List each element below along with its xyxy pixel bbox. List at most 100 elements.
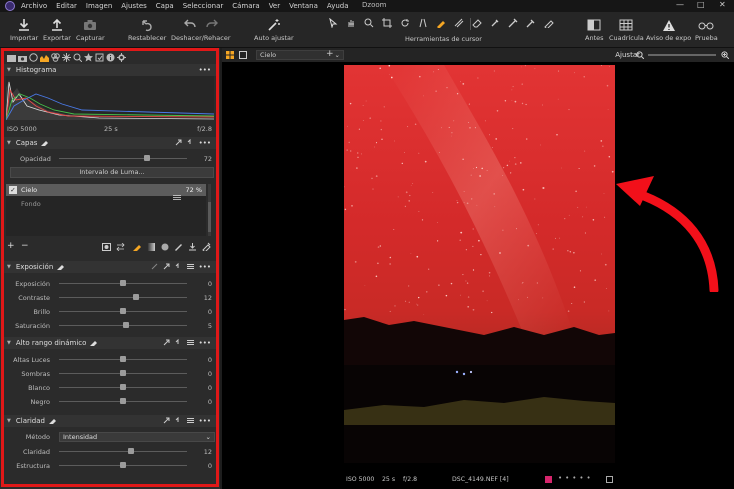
multi-view-icon[interactable]: [226, 51, 234, 61]
rating-dots[interactable]: •••••: [558, 474, 594, 482]
more-options-icon[interactable]: •••: [199, 339, 211, 347]
details-tab-icon[interactable]: [62, 53, 71, 62]
add-icon[interactable]: +: [326, 49, 334, 59]
opacity-knob[interactable]: [144, 155, 150, 161]
reset-section-icon[interactable]: [175, 416, 182, 426]
slider-row[interactable]: Negro 0: [4, 396, 216, 408]
erase-mask-icon[interactable]: [174, 242, 183, 253]
menu-imagen[interactable]: Imagen: [86, 2, 112, 10]
collapse-arrow-icon[interactable]: ▼: [7, 67, 11, 73]
layer-row-fondo[interactable]: Fondo: [21, 200, 41, 208]
radial-gradient-icon[interactable]: [161, 243, 169, 253]
reset-button[interactable]: Restablecer: [128, 16, 166, 42]
slider-knob[interactable]: [120, 384, 126, 390]
slider-knob[interactable]: [120, 356, 126, 362]
picker-icon[interactable]: [151, 263, 158, 272]
exposure-tab-icon[interactable]: [40, 53, 49, 62]
proof-button[interactable]: Prueba: [695, 16, 718, 42]
single-view-icon[interactable]: [239, 51, 247, 61]
expand-icon[interactable]: [175, 139, 182, 148]
more-options-icon[interactable]: •••: [199, 66, 211, 74]
histogram-header[interactable]: ▼ Histograma •••: [4, 64, 216, 76]
remove-layer-icon[interactable]: −: [21, 241, 29, 251]
menu-ver[interactable]: Ver: [269, 2, 280, 10]
menu-lines-icon[interactable]: [186, 263, 194, 272]
zoom-tool-icon[interactable]: [363, 17, 375, 29]
color-picker-icon[interactable]: [507, 17, 519, 29]
color-tab-icon[interactable]: [51, 53, 60, 62]
menu-lines-icon[interactable]: [186, 417, 194, 426]
hdr-header[interactable]: ▼ Alto rango dinámico •••: [4, 337, 216, 349]
more-options-icon[interactable]: •••: [199, 139, 211, 147]
reset-section-icon[interactable]: [187, 138, 194, 148]
layer-settings-icon[interactable]: [173, 186, 181, 205]
slider-row[interactable]: Blanco 0: [4, 382, 216, 394]
menu-editar[interactable]: Editar: [56, 2, 77, 10]
crop-icon[interactable]: [381, 17, 393, 29]
output-tab-icon[interactable]: [95, 53, 104, 62]
layer-checkbox[interactable]: ✓: [9, 186, 17, 194]
filmstrip-icon[interactable]: [606, 476, 613, 485]
eraser-icon[interactable]: [471, 17, 483, 29]
slider-row[interactable]: Sombras 0: [4, 368, 216, 380]
grid-button[interactable]: Cuadrícula: [609, 16, 644, 42]
method-select[interactable]: Intensidad ⌄: [59, 432, 215, 442]
slider-knob[interactable]: [127, 448, 134, 454]
mask-icon[interactable]: [102, 243, 111, 253]
exposure-header[interactable]: ▼ Exposición •••: [4, 261, 216, 273]
local-adjust-tab-icon[interactable]: [73, 53, 82, 62]
keystone-icon[interactable]: [417, 17, 429, 29]
slider-track[interactable]: [59, 451, 187, 452]
menu-ayuda[interactable]: Ayuda: [327, 2, 349, 10]
layer-row-cielo[interactable]: ✓ Cielo 72 %: [6, 184, 206, 200]
opacity-track[interactable]: [59, 158, 187, 159]
more-options-icon[interactable]: •••: [199, 263, 211, 271]
slider-knob[interactable]: [120, 462, 126, 468]
minimize-button[interactable]: —: [676, 0, 684, 9]
library-tab-icon[interactable]: [7, 53, 16, 62]
slider-knob[interactable]: [120, 398, 126, 404]
luma-range-button[interactable]: Intervalo de Luma...: [10, 167, 214, 178]
slider-track[interactable]: [59, 297, 187, 298]
exposure-warning-button[interactable]: Aviso de expo: [646, 16, 691, 42]
undo-redo-button[interactable]: Deshacer/Rehacer: [171, 16, 231, 42]
brush-icon[interactable]: [435, 17, 447, 29]
zoom-slider[interactable]: [648, 54, 716, 56]
slider-row[interactable]: Saturación 5: [4, 320, 216, 332]
capture-button[interactable]: Capturar: [76, 16, 105, 42]
layer-list-scrollbar[interactable]: [208, 184, 211, 236]
layers-header[interactable]: ▼ Capas •••: [4, 137, 216, 149]
clarity-header[interactable]: ▼ Claridad •••: [4, 415, 216, 427]
pan-icon[interactable]: [345, 17, 357, 29]
favorites-tab-icon[interactable]: [84, 53, 93, 62]
redo-icon[interactable]: [206, 18, 218, 32]
color-tag-icon[interactable]: [545, 476, 552, 483]
menu-lines-icon[interactable]: [186, 339, 194, 348]
import-button[interactable]: Importar: [10, 16, 38, 42]
capture-tab-icon[interactable]: [18, 53, 27, 62]
gradient-mask-icon[interactable]: [453, 17, 465, 29]
opacity-slider[interactable]: Opacidad 72: [4, 153, 216, 165]
more-options-icon[interactable]: •••: [199, 417, 211, 425]
collapse-arrow-icon[interactable]: ▼: [7, 418, 11, 424]
auto-adjust-button[interactable]: Auto ajustar: [254, 16, 294, 42]
slider-knob[interactable]: [120, 308, 126, 314]
slider-knob[interactable]: [122, 322, 129, 328]
settings-tab-icon[interactable]: [117, 53, 126, 62]
menu-seleccionar[interactable]: Seleccionar: [183, 2, 224, 10]
lens-tab-icon[interactable]: [29, 53, 38, 62]
slider-knob[interactable]: [120, 280, 126, 286]
select-cursor-icon[interactable]: [327, 17, 339, 29]
reset-section-icon[interactable]: [175, 262, 182, 272]
invert-icon[interactable]: [116, 242, 125, 253]
layer-list-scroll-thumb[interactable]: [208, 202, 211, 232]
annotate-icon[interactable]: [543, 17, 555, 29]
add-layer-icon[interactable]: +: [7, 241, 15, 251]
export-button[interactable]: Exportar: [43, 16, 71, 42]
menu-archivo[interactable]: Archivo: [21, 2, 47, 10]
fill-mask-icon[interactable]: [188, 242, 197, 253]
expand-icon[interactable]: [163, 417, 170, 426]
rotate-icon[interactable]: [399, 17, 411, 29]
zoom-in-icon[interactable]: [721, 51, 730, 61]
menu-capa[interactable]: Capa: [156, 2, 174, 10]
